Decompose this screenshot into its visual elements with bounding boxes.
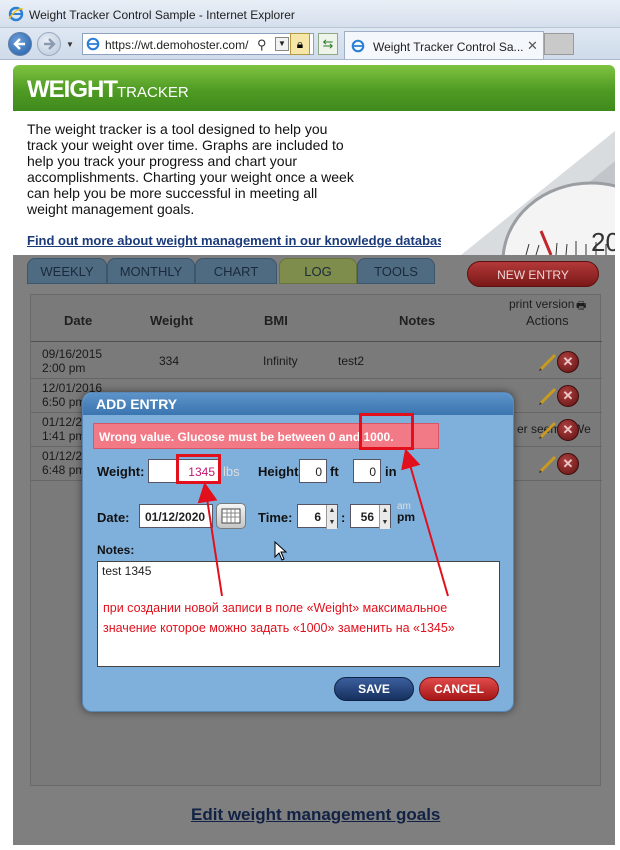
mouse-cursor-icon [274, 541, 288, 561]
annotation-line-1: при создании новой записи в поле «Weight… [103, 601, 448, 615]
annotation-arrows [197, 448, 449, 597]
annotation-line-2: значение которое можно задать «1000» зам… [103, 621, 455, 635]
annotation-text: при создании новой записи в поле «Weight… [103, 598, 455, 638]
